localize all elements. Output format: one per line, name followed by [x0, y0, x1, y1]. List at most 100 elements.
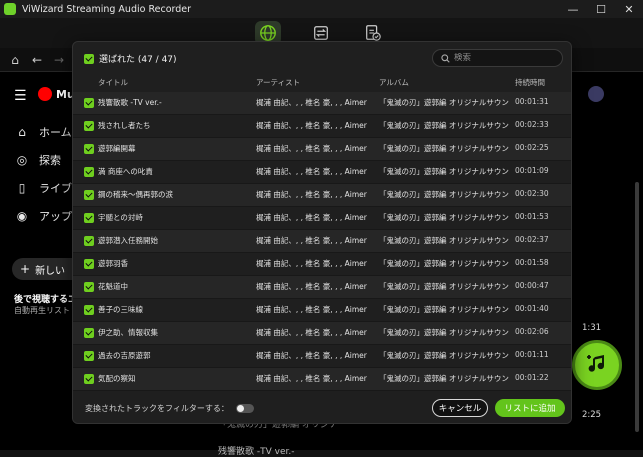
youtube-music-logo-icon [38, 87, 52, 101]
home-icon: ⌂ [18, 125, 26, 139]
track-row[interactable]: 遊郭羽香 梶浦 由記、, , 椎名 豪, , , Aimer 「鬼滅の刃」遊郭編 オ… [73, 253, 571, 276]
close-button[interactable]: ✕ [615, 0, 643, 18]
track-row[interactable]: 宇髄との対峙 梶浦 由記、, , 椎名 豪, , , Aimer 「鬼滅の刃」遊郭編… [73, 207, 571, 230]
select-all-label: 選ばれた (47 / 47) [99, 55, 177, 65]
track-title: 善子の三味線 [98, 305, 143, 314]
back-arrow-icon[interactable]: ← [30, 53, 44, 67]
track-artist: 梶浦 由記、, , 椎名 豪, , , Aimer [256, 305, 367, 314]
maximize-button[interactable]: ☐ [587, 0, 615, 18]
add-to-list-button[interactable]: リストに追加 [495, 399, 565, 417]
track-title: 宇髄との対峙 [98, 213, 143, 222]
track-row[interactable]: 過去の吉原遊郭 梶浦 由記、, , 椎名 豪, , , Aimer 「鬼滅の刃」遊郭… [73, 345, 571, 368]
globe-icon [260, 25, 276, 41]
track-checkbox[interactable] [84, 351, 94, 361]
watch-later-title[interactable]: 後で視聴するエ [14, 292, 77, 305]
track-title: 残響散歌 -TV ver.- [98, 98, 162, 107]
track-duration: 1:31 [582, 323, 602, 333]
track-album: 「鬼滅の刃」遊郭編 オリジナルサウン... [379, 282, 509, 291]
track-album: 「鬼滅の刃」遊郭編 オリジナルサウン... [379, 213, 509, 222]
track-title: 伊之助、情報収集 [98, 328, 158, 337]
track-checkbox[interactable] [84, 190, 94, 200]
track-duration: 00:01:11 [515, 350, 549, 359]
track-title: 遊郭編開幕 [98, 144, 136, 153]
cancel-button[interactable]: キャンセル [432, 399, 488, 417]
track-artist: 梶浦 由記、, , 椎名 豪, , , Aimer [256, 190, 367, 199]
app-logo-icon [4, 3, 16, 15]
track-row[interactable]: 遊郭編開幕 梶浦 由記、, , 椎名 豪, , , Aimer 「鬼滅の刃」遊郭編 … [73, 138, 571, 161]
track-row[interactable]: 伊之助、情報収集 梶浦 由記、, , 椎名 豪, , , Aimer 「鬼滅の刃」遊… [73, 322, 571, 345]
track-artist: 梶浦 由記、, , 椎名 豪, , , Aimer [256, 236, 367, 245]
track-artist: 梶浦 由記、, , 椎名 豪, , , Aimer [256, 144, 367, 153]
title-bar: ViWizard Streaming Audio Recorder — ☐ ✕ [0, 0, 643, 18]
track-artist: 梶浦 由記、, , 椎名 豪, , , Aimer [256, 374, 367, 383]
select-all-checkbox[interactable] [84, 54, 94, 64]
avatar[interactable] [588, 86, 604, 102]
track-duration: 00:02:33 [515, 120, 549, 129]
track-album: 「鬼滅の刃」遊郭編 オリジナルサウン... [379, 190, 509, 199]
track-checkbox[interactable] [84, 121, 94, 131]
track-checkbox[interactable] [84, 236, 94, 246]
track-row[interactable]: 残響散歌 -TV ver.- 梶浦 由記、, , 椎名 豪, , , Aimer 「… [73, 92, 571, 115]
track-checkbox[interactable] [84, 167, 94, 177]
track-album: 「鬼滅の刃」遊郭編 オリジナルサウン... [379, 144, 509, 153]
track-title: 鋼の稽来〜偶再郭の涙 [98, 190, 173, 199]
track-artist: 梶浦 由記、, , 椎名 豪, , , Aimer [256, 259, 367, 268]
track-title: 満 商座への叱責 [98, 167, 153, 176]
track-row[interactable]: 鋼の稽来〜偶再郭の涙 梶浦 由記、, , 椎名 豪, , , Aimer 「鬼滅の刃… [73, 184, 571, 207]
track-title: 遊郭羽香 [98, 259, 128, 268]
watch-later-subtitle: 自動再生リスト [14, 306, 70, 315]
track-album: 「鬼滅の刃」遊郭編 オリジナルサウン... [379, 121, 509, 130]
minimize-button[interactable]: — [559, 0, 587, 18]
forward-arrow-icon[interactable]: → [52, 53, 66, 67]
track-duration: 00:01:40 [515, 304, 549, 313]
sidebar-item-home[interactable]: ⌂ ホーム [14, 124, 71, 140]
track-duration: 00:00:47 [515, 281, 549, 290]
column-header-artist[interactable]: アーティスト [256, 77, 300, 88]
track-checkbox[interactable] [84, 98, 94, 108]
track-checkbox[interactable] [84, 374, 94, 384]
track-checkbox[interactable] [84, 259, 94, 269]
track-row[interactable]: 善子の三味線 梶浦 由記、, , 椎名 豪, , , Aimer 「鬼滅の刃」遊郭編… [73, 299, 571, 322]
home-icon[interactable]: ⌂ [8, 53, 22, 67]
sidebar-item-explore[interactable]: ◎ 探索 [14, 152, 61, 168]
add-music-button[interactable] [572, 340, 622, 390]
track-checkbox[interactable] [84, 305, 94, 315]
hamburger-menu-icon[interactable]: ☰ [14, 88, 27, 104]
filter-label: 変換されたトラックをフィルターする： [85, 404, 229, 413]
dialog-footer: 変換されたトラックをフィルターする： キャンセル リストに追加 [73, 392, 571, 423]
track-duration: 00:02:06 [515, 327, 549, 336]
column-header-album[interactable]: アルバム [379, 77, 409, 88]
track-row[interactable]: 残されし者たち 梶浦 由記、, , 椎名 豪, , , Aimer 「鬼滅の刃」遊郭… [73, 115, 571, 138]
track-row[interactable]: 気配の察知 梶浦 由記、, , 椎名 豪, , , Aimer 「鬼滅の刃」遊郭編 … [73, 368, 571, 391]
track-artist: 梶浦 由記、, , 椎名 豪, , , Aimer [256, 328, 367, 337]
track-artist: 梶浦 由記、, , 椎名 豪, , , Aimer [256, 213, 367, 222]
track-duration: 00:02:25 [515, 143, 549, 152]
track-checkbox[interactable] [84, 144, 94, 154]
track-row[interactable]: 満 商座への叱責 梶浦 由記、, , 椎名 豪, , , Aimer 「鬼滅の刃」遊… [73, 161, 571, 184]
page-scrollbar[interactable] [635, 182, 639, 432]
search-icon [441, 53, 450, 63]
filter-converted-toggle[interactable] [236, 404, 254, 413]
track-checkbox[interactable] [84, 328, 94, 338]
song-text: 残響散歌 -TV ver.- [218, 447, 295, 457]
track-duration: 00:01:53 [515, 212, 549, 221]
track-row[interactable]: 遊郭潜入任務開始 梶浦 由記、, , 椎名 豪, , , Aimer 「鬼滅の刃」遊… [73, 230, 571, 253]
track-album: 「鬼滅の刃」遊郭編 オリジナルサウン... [379, 328, 509, 337]
search-box[interactable] [432, 49, 563, 67]
add-music-icon [587, 355, 604, 372]
dialog-header: 選ばれた (47 / 47) [73, 42, 571, 76]
column-header-title[interactable]: タイトル [98, 77, 128, 88]
track-title: 花魁道中 [98, 282, 128, 291]
track-checkbox[interactable] [84, 282, 94, 292]
document-check-icon [366, 25, 381, 41]
track-artist: 梶浦 由記、, , 椎名 豪, , , Aimer [256, 351, 367, 360]
column-header-duration[interactable]: 持続時間 [515, 77, 545, 88]
window-title: ViWizard Streaming Audio Recorder [22, 3, 192, 15]
track-duration: 00:01:09 [515, 166, 549, 175]
track-duration: 00:01:31 [515, 97, 549, 106]
track-row[interactable]: 花魁道中 梶浦 由記、, , 椎名 豪, , , Aimer 「鬼滅の刃」遊郭編 オ… [73, 276, 571, 299]
search-input[interactable] [454, 53, 554, 63]
track-checkbox[interactable] [84, 213, 94, 223]
track-title: 過去の吉原遊郭 [98, 351, 151, 360]
track-album: 「鬼滅の刃」遊郭編 オリジナルサウン... [379, 259, 509, 268]
